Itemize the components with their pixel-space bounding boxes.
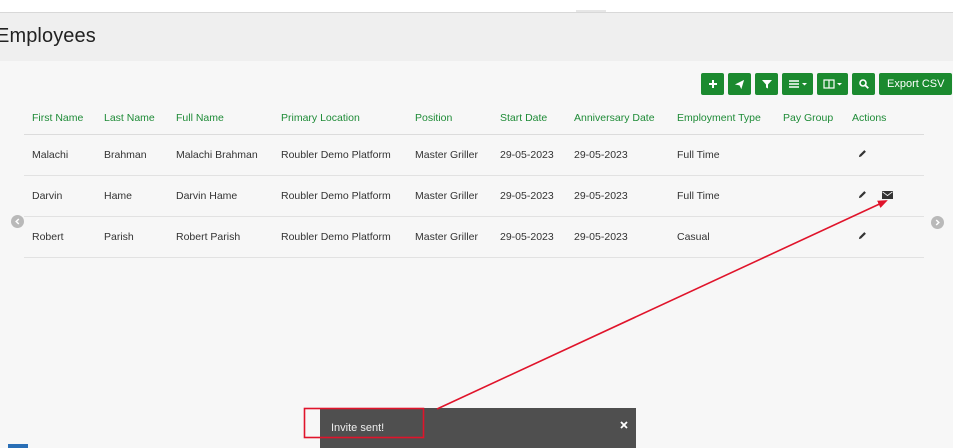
bottom-indicator <box>8 444 28 448</box>
edit-employee-button[interactable] <box>858 190 867 202</box>
chevron-left-icon <box>15 218 20 225</box>
export-csv-button[interactable]: Export CSV <box>879 73 953 95</box>
header-last-name[interactable]: Last Name <box>96 102 168 135</box>
cell-primary-location: Roubler Demo Platform <box>273 134 407 176</box>
pencil-icon <box>858 191 866 199</box>
edit-employee-button[interactable] <box>858 231 867 243</box>
cell-position: Master Griller <box>407 216 492 258</box>
header-full-name[interactable]: Full Name <box>168 102 273 135</box>
pencil-icon <box>858 150 866 158</box>
cell-last-name: Parish <box>96 216 168 258</box>
header-first-name[interactable]: First Name <box>24 102 96 135</box>
send-invite-email-button[interactable] <box>881 190 893 202</box>
cell-actions <box>844 216 924 258</box>
scroll-right-button[interactable] <box>931 216 944 229</box>
header-position[interactable]: Position <box>407 102 492 135</box>
cell-full-name: Robert Parish <box>168 216 273 258</box>
header-anniversary-date[interactable]: Anniversary Date <box>566 102 669 135</box>
cell-first-name: Darvin <box>24 175 96 217</box>
filter-icon <box>761 80 772 89</box>
header-primary-location[interactable]: Primary Location <box>273 102 407 135</box>
cell-first-name: Malachi <box>24 134 96 176</box>
table-row[interactable]: Malachi Brahman Malachi Brahman Roubler … <box>24 134 924 176</box>
table-header-row: First Name Last Name Full Name Primary L… <box>24 102 924 135</box>
cell-pay-group <box>775 175 844 217</box>
employees-table-container: First Name Last Name Full Name Primary L… <box>24 102 924 258</box>
search-button[interactable] <box>852 73 875 95</box>
top-bar-tab <box>576 10 606 12</box>
cell-actions <box>844 134 924 176</box>
cell-full-name: Darvin Hame <box>168 175 273 217</box>
cell-employment-type: Full Time <box>669 175 775 217</box>
header-pay-group[interactable]: Pay Group <box>775 102 844 135</box>
send-invite-button[interactable] <box>728 73 751 95</box>
filter-button[interactable] <box>755 73 778 95</box>
pencil-icon <box>858 232 866 240</box>
cell-last-name: Hame <box>96 175 168 217</box>
paper-plane-icon <box>734 79 745 89</box>
header-employment-type[interactable]: Employment Type <box>669 102 775 135</box>
cell-employment-type: Full Time <box>669 134 775 176</box>
envelope-icon <box>881 191 893 200</box>
cell-anniversary-date: 29-05-2023 <box>566 175 669 217</box>
table-row[interactable]: Darvin Hame Darvin Hame Roubler Demo Pla… <box>24 175 924 217</box>
cell-actions <box>844 175 924 217</box>
cell-position: Master Griller <box>407 175 492 217</box>
toast-notification: Invite sent! <box>320 408 636 448</box>
cell-anniversary-date: 29-05-2023 <box>566 216 669 258</box>
cell-position: Master Griller <box>407 134 492 176</box>
header-start-date[interactable]: Start Date <box>492 102 566 135</box>
chevron-right-icon <box>935 219 940 226</box>
cell-primary-location: Roubler Demo Platform <box>273 175 407 217</box>
cell-employment-type: Casual <box>669 216 775 258</box>
cell-pay-group <box>775 216 844 258</box>
edit-employee-button[interactable] <box>858 149 867 161</box>
cell-first-name: Robert <box>24 216 96 258</box>
columns-options-button[interactable] <box>817 73 848 95</box>
cell-pay-group <box>775 134 844 176</box>
cell-last-name: Brahman <box>96 134 168 176</box>
cell-primary-location: Roubler Demo Platform <box>273 216 407 258</box>
plus-icon <box>708 80 717 88</box>
cell-start-date: 29-05-2023 <box>492 216 566 258</box>
table-row[interactable]: Robert Parish Robert Parish Roubler Demo… <box>24 216 924 258</box>
list-dropdown-icon <box>788 80 807 88</box>
toast-close-button[interactable] <box>620 420 628 432</box>
scroll-left-button[interactable] <box>11 215 24 228</box>
toast-message: Invite sent! <box>331 422 385 434</box>
cell-full-name: Malachi Brahman <box>168 134 273 176</box>
columns-dropdown-icon <box>822 79 842 89</box>
toolbar: Export CSV <box>701 73 953 95</box>
page-title: Employees <box>0 25 96 47</box>
top-bar <box>0 0 953 13</box>
page-header <box>0 13 953 61</box>
employees-table: First Name Last Name Full Name Primary L… <box>24 102 924 258</box>
add-employee-button[interactable] <box>701 73 724 95</box>
search-icon <box>858 79 869 89</box>
cell-start-date: 29-05-2023 <box>492 134 566 176</box>
cell-anniversary-date: 29-05-2023 <box>566 134 669 176</box>
list-options-button[interactable] <box>782 73 813 95</box>
close-icon <box>620 421 628 429</box>
header-actions: Actions <box>844 102 924 135</box>
cell-start-date: 29-05-2023 <box>492 175 566 217</box>
